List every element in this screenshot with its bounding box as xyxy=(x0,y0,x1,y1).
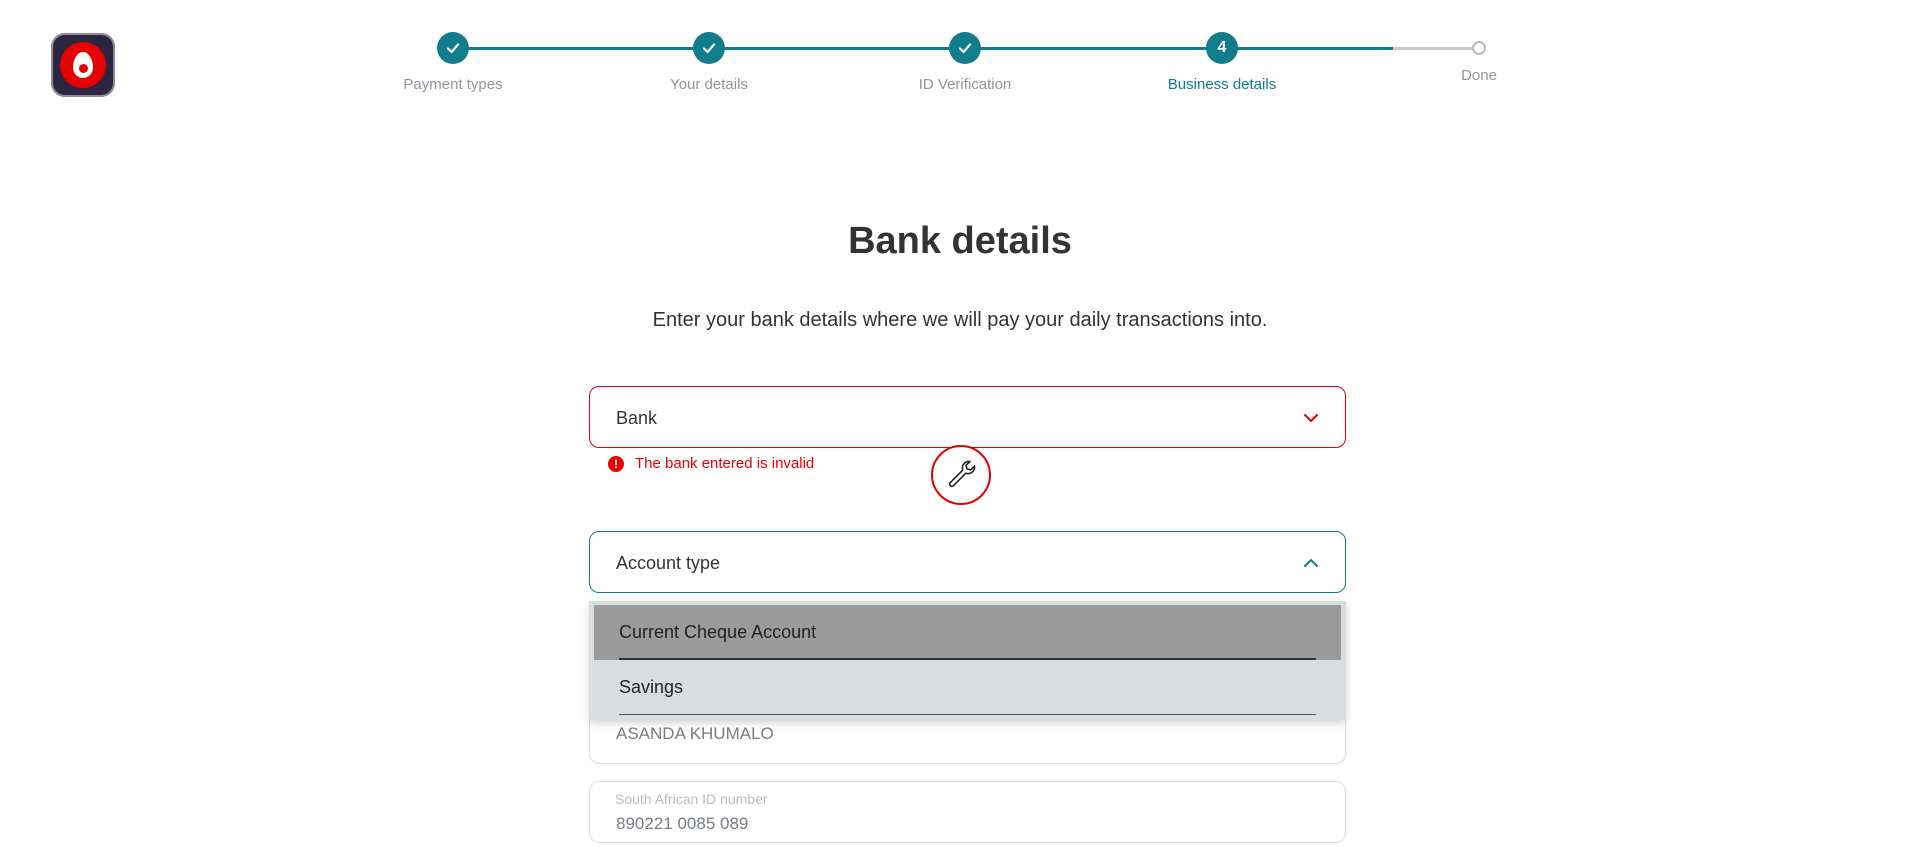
account-holder-value: ASANDA KHUMALO xyxy=(616,724,774,743)
check-icon xyxy=(693,32,725,64)
step-done: Done xyxy=(1399,32,1559,84)
step-business-details: 4 Business details xyxy=(1142,32,1302,93)
wrench-tool-button[interactable] xyxy=(931,445,991,505)
bank-select[interactable]: Bank xyxy=(589,386,1346,448)
account-type-select[interactable]: Account type xyxy=(589,531,1346,593)
wrench-icon xyxy=(944,456,978,495)
check-icon xyxy=(949,32,981,64)
progress-stepper: Payment types Your details ID Verificati… xyxy=(0,0,1920,110)
id-number-field[interactable]: South African ID number 890221 0085 089 xyxy=(589,781,1346,843)
page-subtitle: Enter your bank details where we will pa… xyxy=(652,309,1268,331)
check-icon xyxy=(437,32,469,64)
step-label: ID Verification xyxy=(918,76,1012,93)
option-current-cheque-account[interactable]: Current Cheque Account xyxy=(594,605,1341,660)
step-number-badge: 4 xyxy=(1206,32,1238,64)
page-title: Bank details xyxy=(848,220,1072,262)
chevron-down-icon xyxy=(1303,410,1319,431)
bank-error-text: The bank entered is invalid xyxy=(635,455,815,472)
pending-step-icon xyxy=(1472,41,1486,55)
option-divider xyxy=(619,714,1316,715)
bank-select-label: Bank xyxy=(616,408,658,428)
option-savings[interactable]: Savings xyxy=(594,660,1341,715)
id-number-label: South African ID number xyxy=(615,791,768,807)
chevron-up-icon xyxy=(1303,555,1319,576)
bank-error-message: ! The bank entered is invalid xyxy=(608,455,814,472)
account-type-label: Account type xyxy=(616,553,721,573)
alert-icon: ! xyxy=(608,455,624,472)
step-label: Your details xyxy=(670,76,748,93)
step-payment-types: Payment types xyxy=(373,32,533,93)
step-id-verification: ID Verification xyxy=(885,32,1045,93)
account-type-dropdown: Current Cheque Account Savings xyxy=(589,601,1346,720)
step-your-details: Your details xyxy=(629,32,789,93)
id-number-value: 890221 0085 089 xyxy=(616,814,749,833)
option-label: Savings xyxy=(619,677,684,697)
step-label: Done xyxy=(1461,67,1497,84)
step-label: Business details xyxy=(1167,76,1277,93)
option-label: Current Cheque Account xyxy=(619,622,817,642)
step-label: Payment types xyxy=(403,76,503,93)
